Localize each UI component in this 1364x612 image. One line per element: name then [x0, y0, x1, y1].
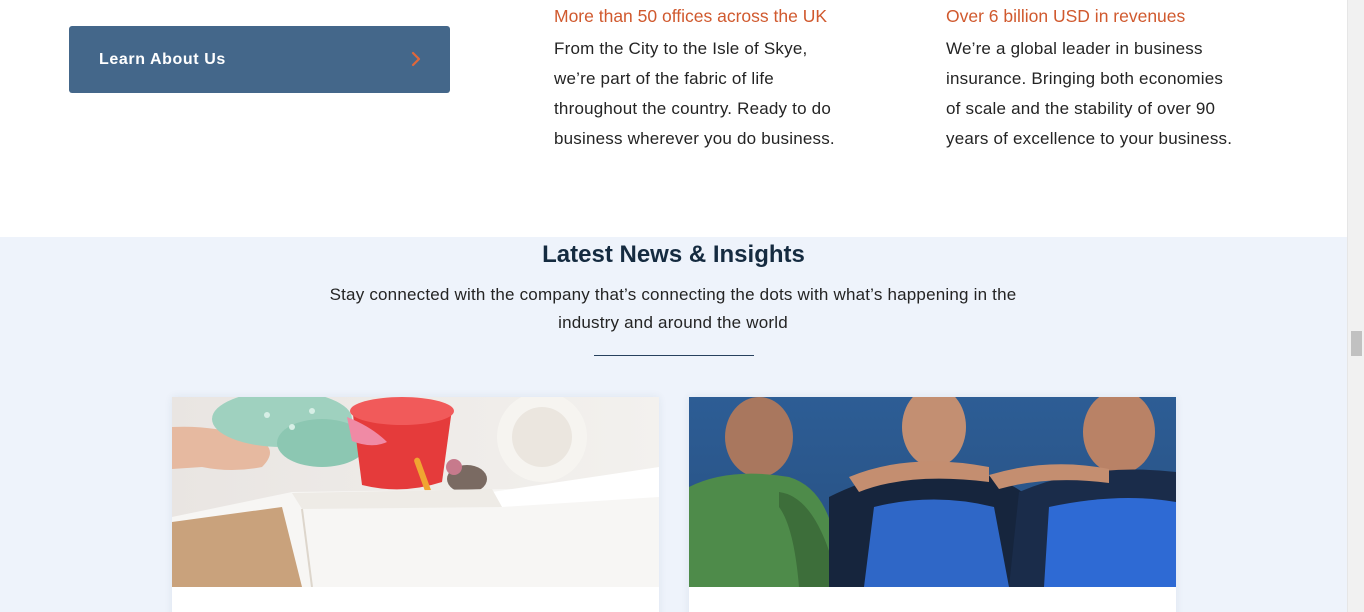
stat-offices-line: we’re part of the fabric of life — [554, 69, 774, 88]
news-subtitle-line: industry and around the world — [558, 313, 788, 332]
stat-revenues-line: We’re a global leader in business — [946, 39, 1203, 58]
stat-revenues-line: insurance. Bringing both economies — [946, 69, 1224, 88]
learn-about-us-button[interactable]: Learn About Us — [69, 26, 450, 93]
stat-offices-title: More than 50 offices across the UK — [554, 6, 828, 26]
stat-offices-line: business wherever you do business. — [554, 129, 835, 148]
stat-revenues-text: We’re a global leader in business insura… — [946, 34, 1276, 154]
section-divider — [594, 355, 754, 356]
stat-revenues-line: years of excellence to your business. — [946, 129, 1233, 148]
chevron-right-icon — [411, 51, 421, 67]
stat-offices-text: From the City to the Isle of Skye, we’re… — [554, 34, 884, 154]
stat-offices-line: throughout the country. Ready to do — [554, 99, 831, 118]
scrollbar-thumb[interactable] — [1351, 331, 1362, 356]
stat-offices: More than 50 offices across the UK From … — [554, 4, 884, 154]
donation-box-toys-photo[interactable] — [172, 397, 659, 587]
news-card[interactable] — [689, 397, 1176, 612]
news-section-subtitle: Stay connected with the company that’s c… — [287, 281, 1059, 337]
learn-about-us-label: Learn About Us — [99, 50, 226, 68]
stat-revenues-line: of scale and the stability of over 90 — [946, 99, 1216, 118]
page: Learn About Us More than 50 offices acro… — [0, 0, 1347, 612]
rugby-team-huddle-photo[interactable] — [689, 397, 1176, 587]
news-subtitle-line: Stay connected with the company that’s c… — [329, 285, 1017, 304]
news-card[interactable] — [172, 397, 659, 612]
news-section-title: Latest News & Insights — [542, 241, 805, 268]
stat-revenues-title: Over 6 billion USD in revenues — [946, 6, 1186, 26]
stat-offices-line: From the City to the Isle of Skye, — [554, 39, 808, 58]
news-section: Latest News & Insights Stay connected wi… — [0, 237, 1347, 612]
vertical-scrollbar[interactable] — [1347, 0, 1364, 612]
stat-revenues: Over 6 billion USD in revenues We’re a g… — [946, 4, 1276, 154]
